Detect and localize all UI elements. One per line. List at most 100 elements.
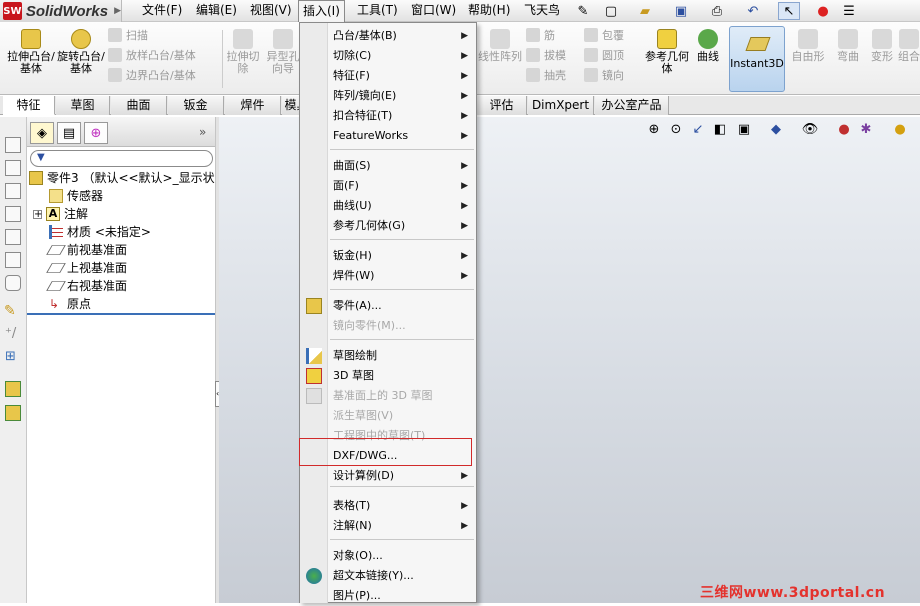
hole-wizard-button[interactable]: 异型孔向导 [266, 25, 300, 75]
tree-item-front-plane[interactable]: 前视基准面 [46, 241, 127, 259]
revolve-boss-button[interactable]: 旋转凸台/基体 [56, 25, 106, 75]
sweep-button[interactable]: 扫描 [108, 25, 220, 45]
reference-geometry-button[interactable]: 参考几何体 [644, 25, 690, 75]
menu-item[interactable]: 派生草图(V) [300, 406, 476, 426]
menu-item[interactable]: 超文本链接(Y)... [300, 566, 476, 586]
flex-button[interactable]: 弯曲 [832, 25, 864, 63]
property-manager-tab-icon[interactable]: ▤ [57, 122, 81, 144]
extrude-cut-button[interactable]: 拉伸切除 [226, 25, 260, 75]
menu-item[interactable]: 3D 草图 [300, 366, 476, 386]
select-cursor-icon[interactable]: ↖ [778, 2, 800, 20]
box-icon[interactable] [5, 160, 21, 176]
expand-chevron-icon[interactable]: » [199, 125, 206, 139]
traffic-light-icon[interactable]: ● [812, 2, 834, 20]
scene-icon[interactable]: ✱ [858, 121, 874, 137]
menu-item[interactable]: 焊件(W) ▶ [300, 266, 476, 286]
menu-item[interactable]: 草图绘制 [300, 346, 476, 366]
menu-item[interactable]: 阵列/镜向(E) ▶ [300, 86, 476, 106]
menu-item[interactable]: 表格(T) ▶ [300, 496, 476, 516]
menu-item[interactable]: 设计算例(D) ▶ [300, 466, 476, 486]
hide-show-icon[interactable]: 👁 [802, 121, 819, 137]
menu-item[interactable]: 曲线(U) ▶ [300, 196, 476, 216]
options-icon[interactable]: ☰ [838, 2, 860, 20]
box-icon[interactable] [5, 183, 21, 199]
zoom-to-fit-icon[interactable]: ⊕ [646, 121, 662, 137]
expand-plus-icon[interactable]: + [33, 209, 42, 219]
print-icon[interactable]: ⎙ [706, 2, 728, 20]
zoom-area-icon[interactable]: ⊙ [668, 121, 684, 137]
appearance-icon[interactable]: ● [836, 121, 852, 137]
feature-tree-tab-icon[interactable]: ◈ [30, 122, 54, 144]
box-icon[interactable] [5, 275, 21, 291]
mirror-button[interactable]: 镜向 [584, 65, 638, 85]
menu-item[interactable]: 切除(C) ▶ [300, 46, 476, 66]
undo-icon[interactable]: ↶ [742, 2, 764, 20]
freeform-button[interactable]: 自由形 [790, 25, 826, 63]
menu-window[interactable]: 窗口(W) [407, 0, 460, 21]
menu-item[interactable]: 对象(O)... [300, 546, 476, 566]
menu-item[interactable]: 扣合特征(T) ▶ [300, 106, 476, 126]
rib-button[interactable]: 筋 [526, 25, 580, 45]
menu-view[interactable]: 视图(V) [246, 0, 296, 21]
tree-item-annotations[interactable]: + A 注解 [33, 205, 88, 223]
shell-button[interactable]: 抽壳 [526, 65, 580, 85]
menu-item[interactable]: 面(F) ▶ [300, 176, 476, 196]
tree-item-top-plane[interactable]: 上视基准面 [46, 259, 127, 277]
configuration-tab-icon[interactable]: ⊕ [84, 122, 108, 144]
menu-item[interactable]: 基准面上的 3D 草图 [300, 386, 476, 406]
menu-item[interactable]: 镜向零件(M)... [300, 316, 476, 336]
draft-button[interactable]: 拔模 [526, 45, 580, 65]
boundary-boss-button[interactable]: 边界凸台/基体 [108, 65, 220, 85]
menu-item[interactable]: FeatureWorks ▶ [300, 126, 476, 146]
box-icon[interactable] [5, 137, 21, 153]
open-folder-icon[interactable]: ▰ [634, 2, 656, 20]
tab-office-products[interactable]: 办公室产品 [595, 96, 669, 115]
dome-button[interactable]: 圆顶 [584, 45, 638, 65]
deform-button[interactable]: 变形 [866, 25, 898, 63]
combine-button[interactable]: 组合 [898, 25, 920, 63]
tab-evaluate[interactable]: 评估 [477, 96, 527, 115]
tab-sheetmetal[interactable]: 钣金 [168, 96, 224, 115]
smart-dimension-icon[interactable]: ⁺/ [5, 326, 16, 341]
menu-item[interactable]: 特征(F) ▶ [300, 66, 476, 86]
box-icon[interactable] [5, 229, 21, 245]
section-view-icon[interactable]: ◧ [712, 121, 728, 137]
menu-edit[interactable]: 编辑(E) [192, 0, 241, 21]
menu-item[interactable]: 凸台/基体(B) ▶ [300, 26, 476, 46]
tab-surfaces[interactable]: 曲面 [111, 96, 167, 115]
curves-button[interactable]: 曲线 [692, 25, 724, 63]
app-logo[interactable]: SW SolidWorks ▶ [0, 0, 122, 22]
menu-item[interactable]: 曲面(S) ▶ [300, 156, 476, 176]
tree-root[interactable]: 零件3 （默认<<默认>_显示状态 [29, 169, 227, 187]
render-icon[interactable]: ● [892, 121, 908, 137]
tree-item-origin[interactable]: ↳ 原点 [49, 295, 91, 313]
new-file-icon[interactable]: ▢ [600, 2, 622, 20]
save-icon[interactable]: ▣ [670, 2, 692, 20]
tree-filter-input[interactable]: ▼ [30, 150, 213, 167]
tree-item-material[interactable]: 材质 <未指定> [49, 223, 151, 241]
menu-file[interactable]: 文件(F) [138, 0, 186, 21]
menu-tools[interactable]: 工具(T) [353, 0, 402, 21]
instant3d-button[interactable]: Instant3D [729, 26, 785, 92]
display-style-icon[interactable]: ◆ [768, 121, 784, 137]
box-icon[interactable] [5, 252, 21, 268]
linear-pattern-button[interactable]: 线性阵列 [478, 25, 522, 63]
pin-icon[interactable]: ✎ [572, 2, 594, 20]
relations-icon[interactable]: ⊞ [5, 349, 16, 364]
menu-item[interactable]: 零件(A)... [300, 296, 476, 316]
tab-weldments[interactable]: 焊件 [225, 96, 281, 115]
layer-icon[interactable] [5, 381, 21, 397]
menu-item[interactable]: 参考几何体(G) ▶ [300, 216, 476, 236]
sketch-icon[interactable]: ✎ [4, 303, 16, 319]
rollback-bar[interactable] [27, 313, 215, 315]
tree-item-right-plane[interactable]: 右视基准面 [46, 277, 127, 295]
view-orientation-icon[interactable]: ▣ [736, 121, 752, 137]
tab-features[interactable]: 特征 [3, 96, 55, 115]
menu-item[interactable]: 钣金(H) ▶ [300, 246, 476, 266]
tab-dimxpert[interactable]: DimXpert [528, 96, 594, 115]
menu-item[interactable]: 图片(P)... [300, 586, 476, 606]
wrap-button[interactable]: 包覆 [584, 25, 638, 45]
menu-plugin[interactable]: 飞天鸟 [520, 0, 564, 21]
tab-sketch[interactable]: 草图 [56, 96, 110, 115]
extrude-boss-button[interactable]: 拉伸凸台/基体 [6, 25, 56, 75]
